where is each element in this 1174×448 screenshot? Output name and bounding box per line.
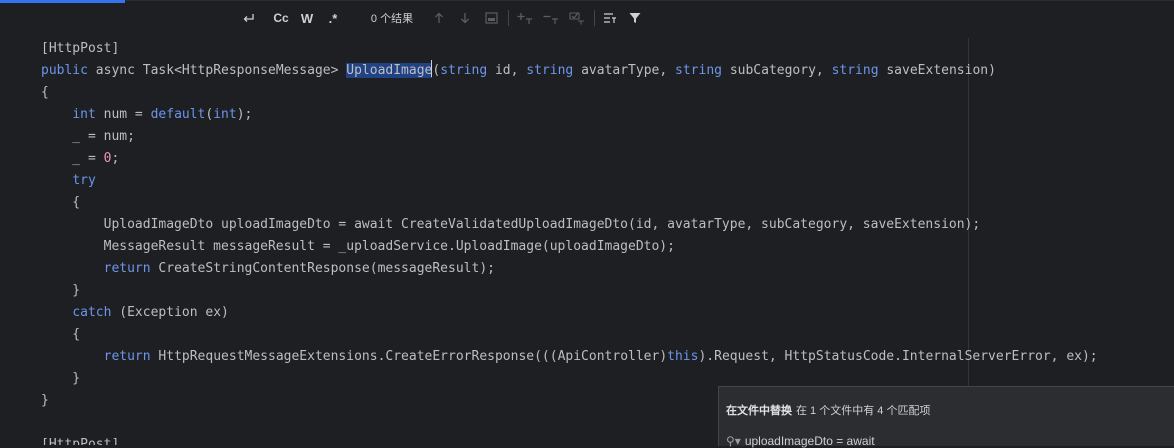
code-line[interactable]: { <box>41 192 80 214</box>
search-field[interactable]: ⚲▾ uploadImageDto = await <box>726 434 875 448</box>
code-token: num = <box>103 107 151 122</box>
whole-word-toggle[interactable]: W <box>297 3 317 33</box>
code-token: string <box>831 63 887 78</box>
match-case-toggle[interactable]: Cc <box>271 3 291 33</box>
code-token: [HttpPost] <box>41 41 120 56</box>
code-token: Task<HttpResponseMessage> <box>142 63 347 78</box>
code-token: UploadImageDto uploadImageDto = await Cr… <box>41 217 981 232</box>
wrap-icon[interactable] <box>239 3 257 33</box>
code-token: id, <box>494 63 527 78</box>
code-token: int <box>72 107 104 122</box>
remove-selection-icon[interactable] <box>541 3 561 33</box>
code-token: default <box>150 107 206 122</box>
toolbar-separator <box>594 10 595 26</box>
toolbar-separator <box>508 10 509 26</box>
code-token: string <box>440 63 495 78</box>
code-token: return <box>103 349 159 364</box>
code-token: { <box>41 85 49 100</box>
popup-title: 在文件中替换 <box>726 405 792 417</box>
code-line[interactable]: } <box>41 368 80 390</box>
filter-icon[interactable] <box>626 3 644 33</box>
code-line[interactable]: int num = default(int); <box>41 104 252 126</box>
code-line[interactable]: MessageResult messageResult = _uploadSer… <box>41 236 675 258</box>
popup-header: 在文件中替换在 1 个文件中有 4 个匹配项 <box>726 402 930 418</box>
code-token: [HttpPost] <box>41 437 120 445</box>
select-all-icon[interactable] <box>567 3 587 33</box>
code-line[interactable]: [HttpPost] <box>41 434 119 445</box>
code-token: subCategory, <box>729 63 832 78</box>
search-value: uploadImageDto = await <box>744 434 875 448</box>
select-all-occurrences-icon[interactable] <box>482 3 500 33</box>
code-token: CreateStringContentResponse(messageResul… <box>158 261 495 276</box>
code-token: } <box>41 371 81 386</box>
code-token: ); <box>236 107 253 122</box>
code-token: _ = <box>41 151 104 166</box>
code-token: { <box>41 327 81 342</box>
code-token: _ = num; <box>41 129 135 144</box>
regex-toggle[interactable]: .* <box>323 3 343 33</box>
code-line[interactable]: } <box>41 390 49 412</box>
code-line[interactable]: try <box>41 170 96 192</box>
search-icon[interactable]: ⚲▾ <box>726 434 741 448</box>
selected-token: UploadImage <box>346 63 433 78</box>
code-token: catch <box>72 305 120 320</box>
code-token: string <box>526 63 582 78</box>
prev-occurrence-icon[interactable] <box>431 3 447 33</box>
code-token: saveExtension) <box>886 63 996 78</box>
code-token: return <box>103 261 159 276</box>
code-line[interactable]: _ = num; <box>41 126 135 148</box>
code-token: MessageResult messageResult = _uploadSer… <box>41 239 675 254</box>
code-token: ; <box>111 151 120 166</box>
code-token: avatarType, <box>581 63 676 78</box>
code-token: async <box>95 63 143 78</box>
popup-subtitle: 在 1 个文件中有 4 个匹配项 <box>796 405 931 417</box>
code-line[interactable]: public async Task<HttpResponseMessage> U… <box>41 60 996 82</box>
code-line[interactable]: return HttpRequestMessageExtensions.Crea… <box>41 346 1098 368</box>
code-token: int <box>213 107 237 122</box>
code-line[interactable]: catch (Exception ex) <box>41 302 229 324</box>
code-token: { <box>41 195 81 210</box>
code-token: ).Request, HttpStatusCode.InternalServer… <box>698 349 1098 364</box>
right-margin-guide <box>968 38 969 445</box>
code-token: } <box>41 393 49 408</box>
code-line[interactable]: { <box>41 82 49 104</box>
add-selection-icon[interactable] <box>515 3 535 33</box>
find-toolbar: Cc W .* 0 个结果 <box>0 3 1174 33</box>
code-token: this <box>667 349 699 364</box>
code-token: string <box>675 63 730 78</box>
replace-in-files-popup: 在文件中替换在 1 个文件中有 4 个匹配项 ⚲▾ uploadImageDto … <box>718 386 1174 448</box>
code-line[interactable]: { <box>41 324 80 346</box>
code-token: (Exception ex) <box>119 305 229 320</box>
code-line[interactable]: UploadImageDto uploadImageDto = await Cr… <box>41 214 981 236</box>
code-token: try <box>72 173 96 188</box>
code-token: HttpRequestMessageExtensions.CreateError… <box>158 349 668 364</box>
code-token: public <box>41 63 96 78</box>
code-token: } <box>41 283 81 298</box>
code-token: ( <box>432 63 441 78</box>
code-editor[interactable]: [HttpPost] public async Task<HttpResponse… <box>0 38 1174 445</box>
tab-line <box>125 0 1174 1</box>
result-count: 0 个结果 <box>370 13 414 25</box>
code-line[interactable]: } <box>41 280 80 302</box>
filter-options-icon[interactable] <box>601 3 619 33</box>
next-occurrence-icon[interactable] <box>457 3 473 33</box>
code-line[interactable]: return CreateStringContentResponse(messa… <box>41 258 495 280</box>
code-line[interactable]: [HttpPost] <box>41 38 119 60</box>
code-line[interactable]: _ = 0; <box>41 148 119 170</box>
